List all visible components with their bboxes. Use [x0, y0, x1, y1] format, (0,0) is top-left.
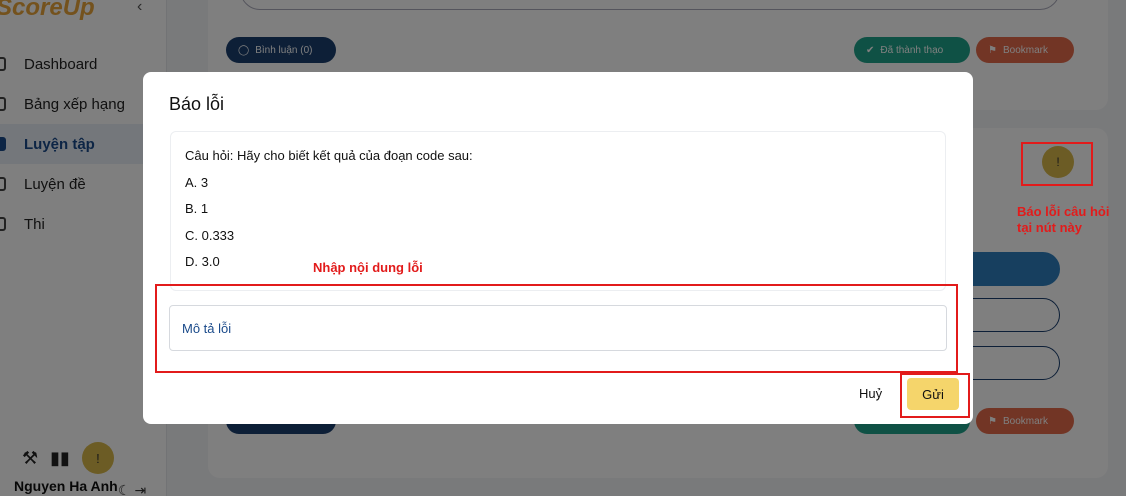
option-d: D. 3.0: [185, 254, 220, 269]
annotation-report-box: [1021, 142, 1093, 186]
question-preview: Câu hỏi: Hãy cho biết kết quả của đoạn c…: [170, 131, 946, 291]
annotation-send-box: [900, 373, 970, 418]
option-c: C. 0.333: [185, 228, 235, 243]
annotation-line: tại nút này: [1017, 220, 1083, 235]
modal-title: Báo lỗi: [169, 94, 225, 114]
annotation-input-note: Nhập nội dung lỗi: [313, 260, 423, 275]
question-text: Câu hỏi: Hãy cho biết kết quả của đoạn c…: [185, 148, 473, 163]
cancel-button[interactable]: Huỷ: [859, 386, 882, 401]
annotation-report-note: Báo lỗi câu hỏi tại nút này: [1017, 204, 1109, 236]
annotation-line: Báo lỗi câu hỏi: [1017, 204, 1110, 219]
option-a: A. 3: [185, 175, 209, 190]
annotation-input-box: [155, 284, 958, 373]
option-b: B. 1: [185, 201, 209, 216]
